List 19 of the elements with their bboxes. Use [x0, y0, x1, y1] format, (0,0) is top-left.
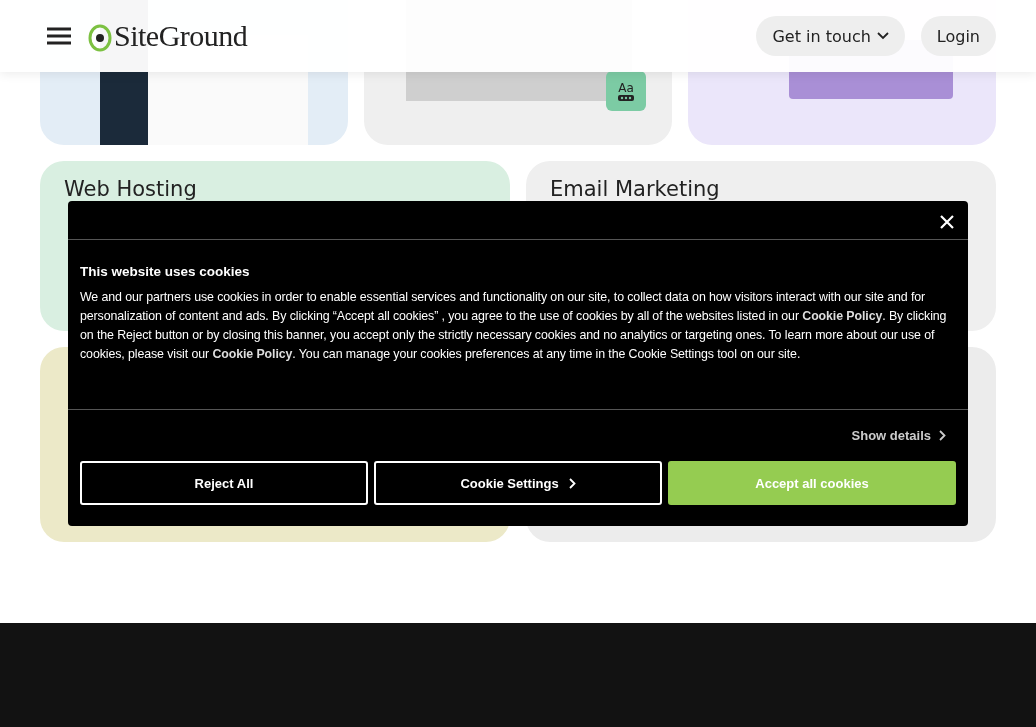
dots-icon [618, 95, 634, 101]
cookie-policy-link[interactable]: Cookie Policy [802, 309, 883, 323]
logo-text[interactable]: SiteGround [114, 19, 248, 53]
banner-text: We and our partners use cookies in order to enable essential services and functionality on our site, to collect data on how visitors interact with our site and for personalization of content and ads. By clicking “Accept all cookies” , you agree to the use of cookies by all of the websites listed in our Cookie Policy. By clicking on the Reject button or by closing this banner, you accept only the strictly necessary cookies and no analytics or targeting ones. To learn more about our use of cookies, please visit our Cookie Policy. You can manage your cookies preferences at any time in the Cookie Settings tool on our site. [80, 289, 948, 363]
reject-button[interactable]: Reject All [80, 461, 368, 505]
card-title: Email Marketing [550, 177, 721, 201]
menu-icon[interactable] [46, 27, 72, 45]
chevron-right-icon [568, 477, 576, 489]
card-title: Web Hosting [64, 177, 198, 201]
chevron-right-icon [939, 430, 946, 441]
settings-button[interactable]: Cookie Settings [374, 461, 662, 505]
close-icon [939, 214, 955, 230]
banner-title: This website uses cookies [80, 264, 251, 279]
show-details-link[interactable]: Show details [851, 428, 946, 443]
login-button[interactable]: Login [920, 16, 996, 56]
dropdown-button[interactable]: Get in touch [756, 16, 905, 56]
cookie-policy-link[interactable]: Cookie Policy [212, 347, 293, 361]
badge-text: Aa [618, 81, 634, 95]
chevron-down-icon [876, 32, 889, 40]
